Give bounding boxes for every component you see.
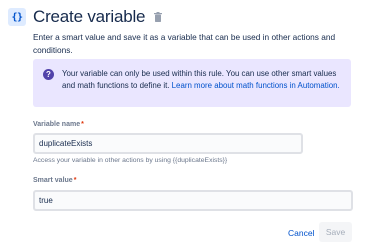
variable-name-input[interactable]: duplicateExists [33,133,303,154]
variable-name-label: Variable name* [33,121,84,128]
header: {} Create variable [8,5,163,29]
required-mark: * [81,121,84,128]
page-title: Create variable [33,7,146,26]
cancel-button[interactable]: Cancel [284,225,318,241]
variable-helper-text: Access your variable in other actions by… [33,157,228,164]
question-icon: ? [43,69,54,80]
required-mark: * [73,177,77,184]
info-panel: ? Your variable can only be used within … [33,59,351,107]
info-text: Your variable can only be used within th… [62,68,346,91]
description: Enter a smart value and save it as a var… [33,32,336,55]
math-functions-link[interactable]: Learn more about math functions in Autom… [172,81,340,90]
smart-value-input[interactable]: true [33,190,353,211]
smart-value-label: Smart value* [33,177,77,184]
save-button[interactable]: Save [319,222,352,242]
trash-icon[interactable] [154,12,163,22]
curly-braces-icon: {} [8,8,26,26]
